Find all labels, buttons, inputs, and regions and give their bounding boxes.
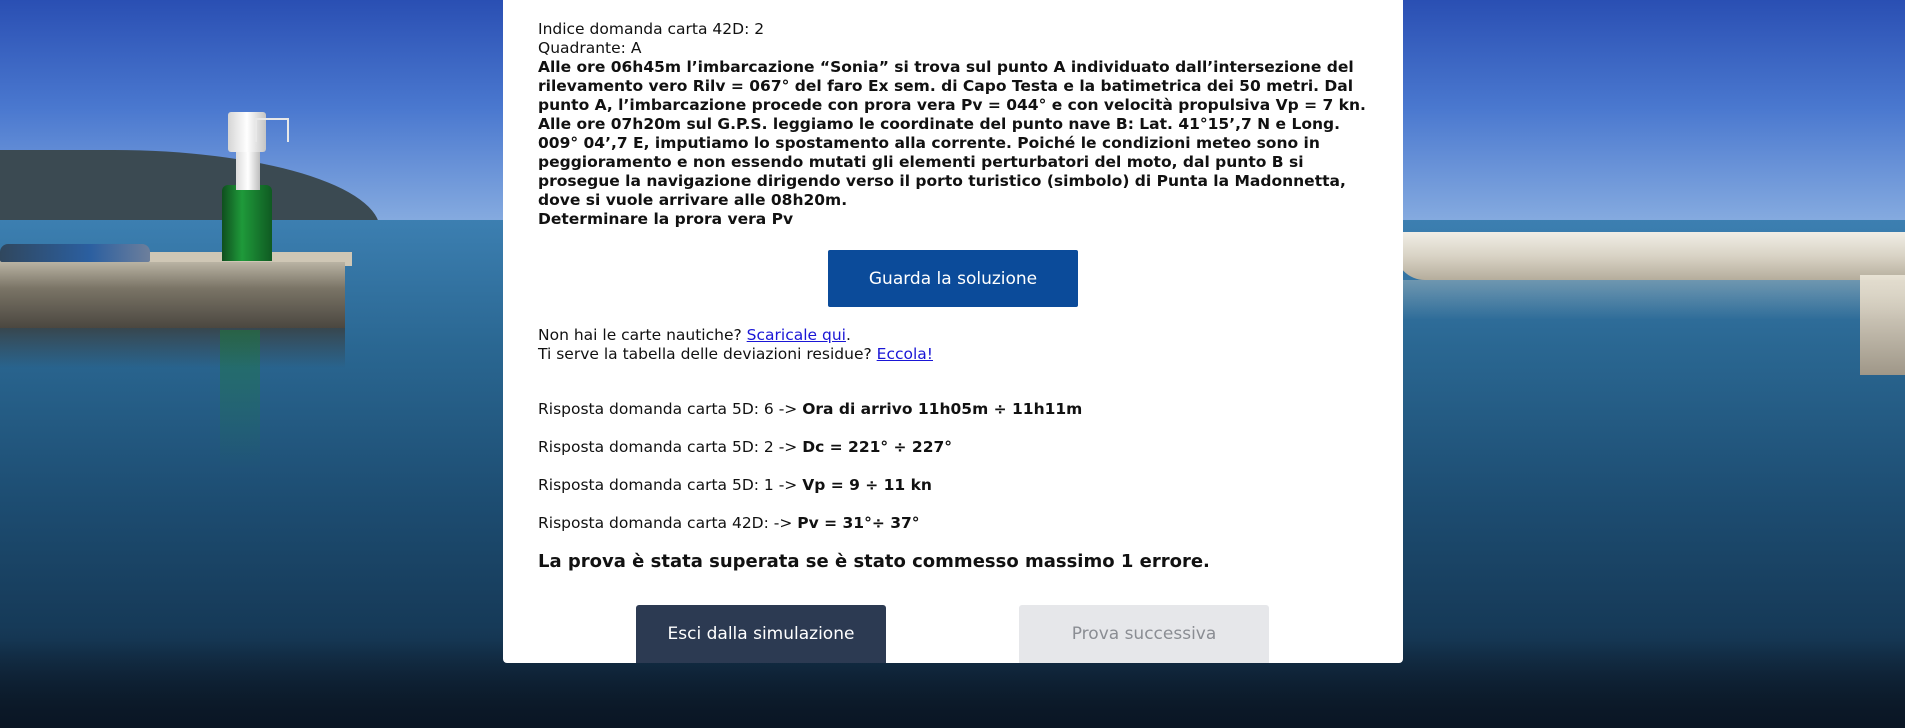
quadrant-label: Quadrante: A (538, 39, 642, 57)
next-test-button: Prova successiva (1019, 605, 1269, 663)
resources-links: Non hai le carte nautiche? Scaricale qui… (538, 326, 933, 364)
pier (0, 262, 345, 328)
lighthouse-reflection (220, 330, 260, 470)
answer-prefix: Risposta domanda carta 5D: 6 -> (538, 400, 803, 418)
answer-row: Risposta domanda carta 5D: 6 -> Ora di a… (538, 400, 1082, 419)
lighthouse-base (222, 185, 272, 261)
boats (0, 244, 150, 262)
pier-reflection (0, 328, 345, 368)
answer-prefix: Risposta domanda carta 42D: -> (538, 514, 798, 532)
charts-suffix: . (845, 326, 851, 344)
question-index: Indice domanda carta 42D: 2 (538, 20, 765, 38)
answer-value: Pv = 31°÷ 37° (797, 514, 920, 532)
pass-criteria: La prova è stata superata se è stato com… (538, 551, 1210, 572)
answer-value: Ora di arrivo 11h05m ÷ 11h11m (802, 400, 1083, 418)
charts-line: Non hai le carte nautiche? Scaricale qui… (538, 326, 933, 345)
table-text: Ti serve la tabella delle deviazioni res… (538, 345, 877, 363)
breakwater-reflection (1395, 280, 1905, 320)
breakwater (1395, 232, 1905, 280)
deviation-table-line: Ti serve la tabella delle deviazioni res… (538, 345, 933, 364)
answer-value: Vp = 9 ÷ 11 kn (802, 476, 932, 494)
question-block: Indice domanda carta 42D: 2 Quadrante: A… (538, 20, 1368, 229)
simulation-result-panel: Indice domanda carta 42D: 2 Quadrante: A… (503, 0, 1403, 663)
answer-row: Risposta domanda carta 5D: 2 -> Dc = 221… (538, 438, 1082, 457)
show-solution-button[interactable]: Guarda la soluzione (828, 250, 1078, 307)
problem-paragraph-1: Alle ore 06h45m l’imbarcazione “Sonia” s… (538, 58, 1366, 114)
exit-simulation-button[interactable]: Esci dalla simulazione (636, 605, 886, 663)
answers-list: Risposta domanda carta 5D: 6 -> Ora di a… (538, 400, 1082, 552)
deviation-table-link[interactable]: Eccola! (877, 345, 933, 363)
charts-text: Non hai le carte nautiche? (538, 326, 747, 344)
answer-row: Risposta domanda carta 5D: 1 -> Vp = 9 ÷… (538, 476, 1082, 495)
answer-prefix: Risposta domanda carta 5D: 1 -> (538, 476, 803, 494)
answer-row: Risposta domanda carta 42D: -> Pv = 31°÷… (538, 514, 1082, 533)
problem-question: Determinare la prora vera Pv (538, 210, 794, 228)
answer-prefix: Risposta domanda carta 5D: 2 -> (538, 438, 803, 456)
lighthouse-rail (255, 118, 289, 142)
lighthouse-neck (236, 150, 260, 190)
answer-value: Dc = 221° ÷ 227° (802, 438, 953, 456)
download-charts-link[interactable]: Scaricale qui (747, 326, 846, 344)
problem-paragraph-2: Alle ore 07h20m sul G.P.S. leggiamo le c… (538, 115, 1346, 209)
